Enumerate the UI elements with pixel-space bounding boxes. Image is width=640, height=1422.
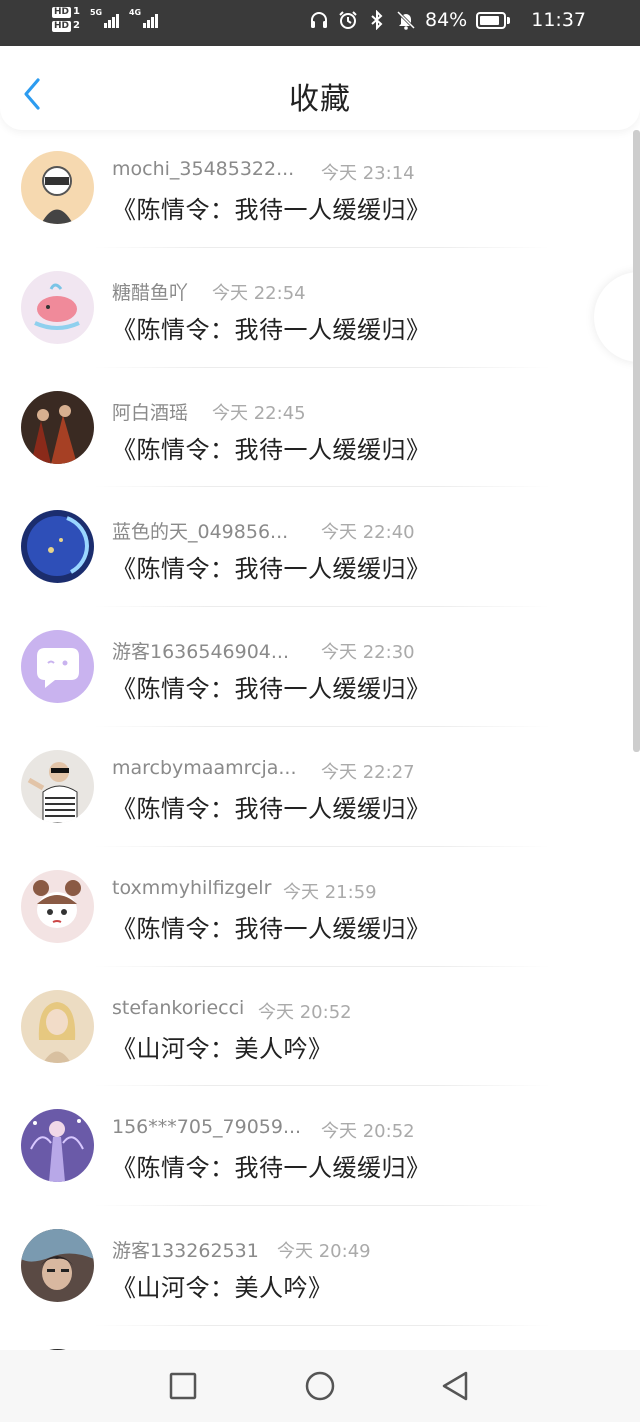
avatar[interactable]: [21, 869, 94, 943]
battery-icon: [476, 11, 511, 29]
back-icon: [442, 1371, 468, 1401]
item-meta: toxmmyhilfizgelr 今天 21:59: [112, 877, 442, 905]
item-meta: 蓝色的天_049856... 今天 22:40: [112, 517, 442, 545]
timestamp: 今天 22:30: [321, 642, 415, 664]
timestamp: 今天 20:49: [277, 1241, 371, 1263]
timestamp: 今天 22:45: [212, 402, 306, 424]
status-right: 84% 11:37: [309, 9, 586, 31]
username[interactable]: 游客1636546904...: [112, 637, 289, 664]
list-item[interactable]: 游客1636546904... 今天 22:30 《陈情令：我待一人缓缓归》: [0, 607, 640, 727]
list-item[interactable]: 糖醋鱼吖 今天 22:54 《陈情令：我待一人缓缓归》: [0, 248, 640, 368]
avatar[interactable]: [21, 390, 94, 464]
clock-time: 11:37: [531, 9, 586, 31]
hd-num-2: 2: [73, 20, 80, 31]
hd-label-2: HD: [52, 20, 72, 32]
recent-apps-button[interactable]: [165, 1368, 201, 1404]
status-bar: HD 1 HD 2 5G 4G 84% 11:37: [0, 0, 640, 46]
battery-percent: 84%: [425, 9, 468, 31]
page-title: 收藏: [289, 82, 351, 117]
timestamp: 今天 23:14: [321, 163, 415, 184]
item-meta: 游客1636546904... 今天 22:30: [112, 637, 442, 665]
username[interactable]: 阿白酒瑶: [112, 398, 188, 425]
item-meta: 阿白酒瑶 今天 22:45: [112, 398, 442, 426]
signal-4g-icon: 4G: [128, 8, 158, 28]
timestamp: 今天 22:54: [212, 282, 306, 304]
item-meta: mochi_35485322... 今天 23:14: [112, 158, 442, 186]
username[interactable]: 游客133262531: [112, 1236, 259, 1263]
list-item[interactable]: 156***705_79059... 今天 20:52 《陈情令：我待一人缓缓归…: [0, 1086, 640, 1207]
avatar[interactable]: [21, 1229, 94, 1303]
username[interactable]: 蓝色的天_049856...: [112, 517, 288, 544]
avatar[interactable]: [21, 151, 94, 224]
system-nav-bar: [0, 1350, 640, 1422]
item-title[interactable]: 《陈情令：我待一人缓缓归》: [112, 310, 431, 345]
list-item[interactable]: marcbymaamrcja... 今天 22:27 《陈情令：我待一人缓缓归》: [0, 727, 640, 847]
mute-icon: [396, 10, 416, 30]
list-item[interactable]: mochi_35485322... 今天 23:14 《陈情令：我待一人缓缓归》: [0, 128, 640, 248]
username[interactable]: marcbymaamrcja...: [112, 757, 296, 779]
timestamp: 今天 20:52: [258, 1001, 352, 1023]
avatar[interactable]: [21, 749, 94, 823]
hd-badges: HD 1 HD 2: [52, 6, 80, 32]
item-meta: 156***705_79059... 今天 20:52: [112, 1116, 442, 1144]
username[interactable]: mochi_35485322...: [112, 158, 294, 180]
list-item[interactable]: toxmmyhilfizgelr 今天 21:59 《陈情令：我待一人缓缓归》: [0, 847, 640, 967]
back-nav-button[interactable]: [438, 1368, 474, 1404]
item-title[interactable]: 《陈情令：我待一人缓缓归》: [112, 190, 431, 225]
network-indicators: HD 1 HD 2 5G 4G: [52, 6, 158, 32]
item-title[interactable]: 《陈情令：我待一人缓缓归》: [112, 789, 431, 824]
hd-badge-2: HD 2: [52, 20, 80, 32]
item-title[interactable]: 《陈情令：我待一人缓缓归》: [112, 549, 431, 584]
home-icon: [305, 1371, 335, 1401]
hd-badge-1: HD 1: [52, 6, 80, 18]
item-meta: marcbymaamrcja... 今天 22:27: [112, 757, 442, 785]
list-item[interactable]: 阿白酒瑶 今天 22:45 《陈情令：我待一人缓缓归》: [0, 368, 640, 488]
signal-5g-icon: 5G: [89, 8, 119, 28]
username[interactable]: 156***705_79059...: [112, 1116, 301, 1138]
avatar[interactable]: [21, 630, 94, 704]
timestamp: 今天 20:52: [321, 1121, 415, 1143]
username[interactable]: 糖醋鱼吖: [112, 278, 188, 305]
bluetooth-icon: [371, 10, 383, 30]
item-title[interactable]: 《陈情令：我待一人缓缓归》: [112, 1148, 431, 1183]
hd-label-1: HD: [52, 6, 72, 18]
recent-apps-icon: [169, 1372, 197, 1400]
list-item[interactable]: stefankoriecci 今天 20:52 《山河令：美人吟》: [0, 967, 640, 1087]
signal-5g-label: 5G: [89, 8, 103, 17]
avatar[interactable]: [21, 989, 94, 1063]
page-header: 收藏: [0, 46, 640, 130]
scrollbar[interactable]: [633, 130, 640, 752]
timestamp: 今天 22:27: [321, 761, 415, 783]
avatar[interactable]: [21, 1109, 94, 1183]
item-meta: 游客133262531 今天 20:49: [112, 1236, 442, 1264]
item-title[interactable]: 《陈情令：我待一人缓缓归》: [112, 669, 431, 704]
favorites-list: mochi_35485322... 今天 23:14 《陈情令：我待一人缓缓归》…: [0, 128, 640, 1422]
alarm-icon: [339, 11, 357, 29]
timestamp: 今天 22:40: [321, 522, 415, 544]
item-title[interactable]: 《山河令：美人吟》: [112, 1029, 333, 1064]
avatar[interactable]: [21, 510, 94, 584]
signal-4g-label: 4G: [128, 8, 142, 17]
username[interactable]: stefankoriecci: [112, 997, 244, 1019]
item-meta: stefankoriecci 今天 20:52: [112, 997, 442, 1025]
app-root: HD 1 HD 2 5G 4G 84% 11:37 收藏 mochi_35485…: [0, 0, 640, 1422]
hd-num-1: 1: [73, 6, 80, 17]
list-item[interactable]: 游客133262531 今天 20:49 《山河令：美人吟》: [0, 1206, 640, 1326]
home-button[interactable]: [302, 1368, 338, 1404]
list-item[interactable]: 蓝色的天_049856... 今天 22:40 《陈情令：我待一人缓缓归》: [0, 487, 640, 608]
username[interactable]: toxmmyhilfizgelr: [112, 877, 271, 899]
timestamp: 今天 21:59: [283, 881, 377, 903]
avatar[interactable]: [21, 270, 94, 344]
headphones-icon: [311, 12, 327, 28]
item-title[interactable]: 《山河令：美人吟》: [112, 1268, 333, 1303]
item-title[interactable]: 《陈情令：我待一人缓缓归》: [112, 430, 431, 465]
item-meta: 糖醋鱼吖 今天 22:54: [112, 278, 442, 306]
item-title[interactable]: 《陈情令：我待一人缓缓归》: [112, 909, 431, 944]
